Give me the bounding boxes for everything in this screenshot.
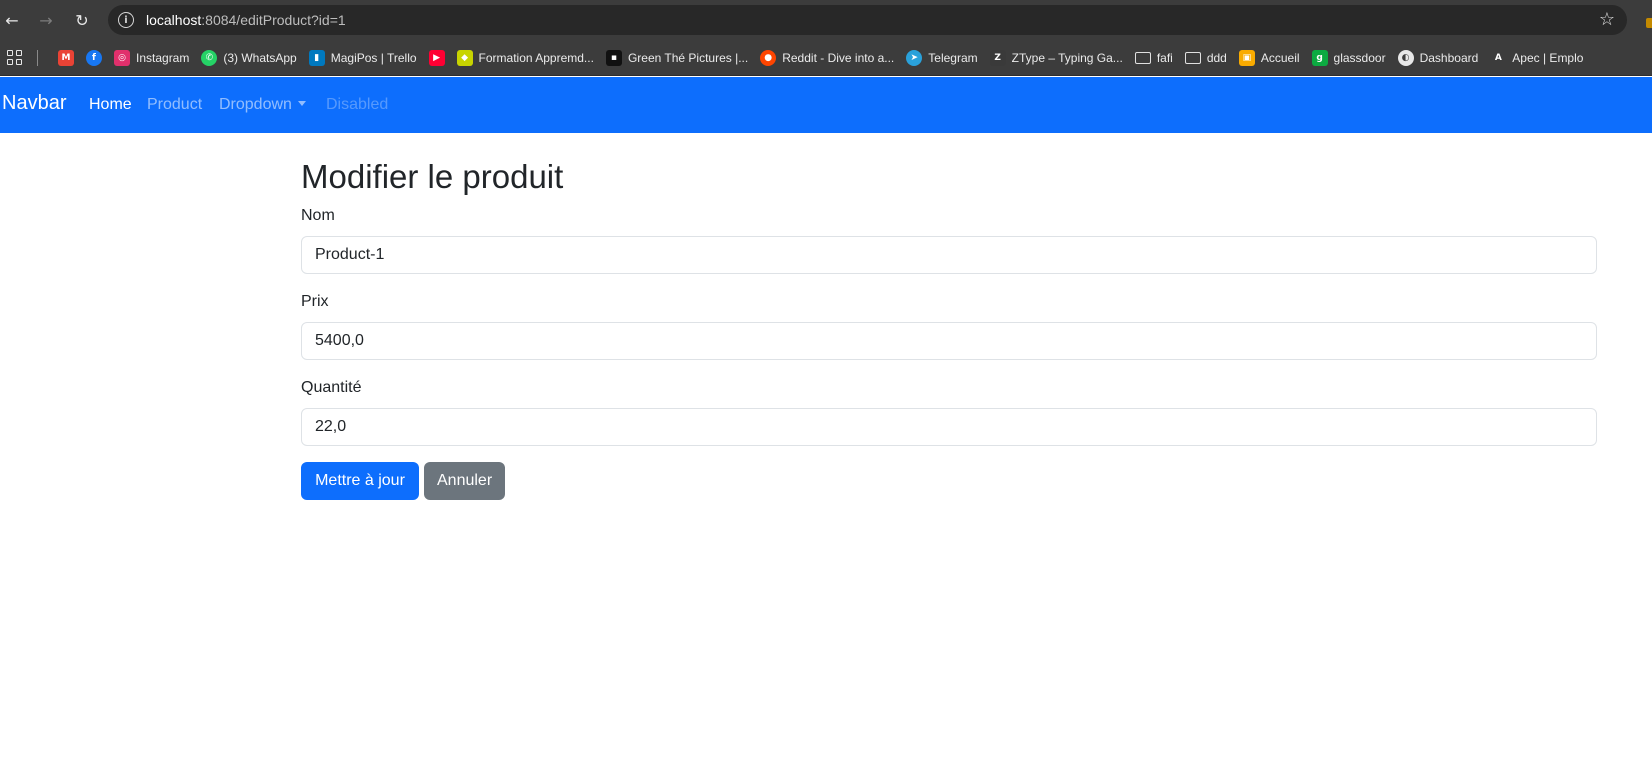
- bookmark-label: Reddit - Dive into a...: [782, 51, 895, 65]
- quantite-input[interactable]: [301, 408, 1597, 446]
- trello-icon: ▮: [308, 50, 325, 66]
- bookmark-label: Formation Appremd...: [478, 51, 594, 65]
- facebook-icon: f: [86, 50, 102, 66]
- page-title: Modifier le produit: [301, 158, 564, 195]
- bookmark-item[interactable]: ● Reddit - Dive into a...: [754, 44, 900, 72]
- bookmark-label: Green Thé Pictures |...: [627, 51, 749, 65]
- address-url[interactable]: localhost:8084/editProduct?id=1: [146, 12, 346, 28]
- apec-icon: A: [1490, 50, 1507, 66]
- profile-edge-icon: [1646, 18, 1652, 28]
- bookmark-star-icon[interactable]: ☆: [1599, 9, 1615, 30]
- bookmark-item[interactable]: f: [80, 44, 108, 72]
- folder-icon: [1134, 52, 1151, 64]
- instagram-icon: ◎: [114, 50, 130, 66]
- cancel-button[interactable]: Annuler: [424, 462, 505, 500]
- telegram-icon: ➤: [906, 50, 923, 66]
- prix-label: Prix: [301, 293, 329, 310]
- bookmark-label: ZType – Typing Ga...: [1011, 51, 1123, 65]
- bookmark-item[interactable]: fafi: [1129, 44, 1179, 72]
- glassdoor-icon: g: [1311, 50, 1328, 66]
- back-icon[interactable]: ←: [0, 8, 24, 32]
- site-navbar: Navbar Home Product Dropdown Disabled: [0, 77, 1652, 133]
- bookmark-item[interactable]: ▣ Accueil: [1233, 44, 1306, 72]
- bookmark-item[interactable]: ◆ Formation Appremd...: [451, 44, 600, 72]
- bookmark-item[interactable]: A Apec | Emplo: [1484, 44, 1589, 72]
- bookmark-label: Apec | Emplo: [1512, 51, 1584, 65]
- bookmark-item[interactable]: g glassdoor: [1306, 44, 1392, 72]
- shield-icon: ◆: [456, 50, 473, 66]
- bookmarks-divider: [37, 50, 38, 66]
- unsplash-icon: ▪: [605, 50, 622, 66]
- youtube-icon: ▶: [428, 50, 445, 66]
- bookmark-item[interactable]: M: [52, 44, 80, 72]
- bookmark-label: (3) WhatsApp: [223, 51, 297, 65]
- apps-grid-icon[interactable]: [7, 50, 22, 65]
- browser-toolbar: ← → ↻ i localhost:8084/editProduct?id=1 …: [0, 0, 1652, 40]
- quantite-label: Quantité: [301, 379, 362, 396]
- address-bar[interactable]: i localhost:8084/editProduct?id=1 ☆: [108, 5, 1627, 35]
- bookmark-label: glassdoor: [1333, 51, 1386, 65]
- ztype-icon: Z: [989, 50, 1006, 66]
- bookmark-label: Telegram: [928, 51, 978, 65]
- bookmark-item[interactable]: ▶: [423, 44, 451, 72]
- dropdown-label: Dropdown: [219, 96, 292, 113]
- bookmarks-list: Mf ◎ Instagram ✆ (3) WhatsApp ▮ MagiPos | Trel…: [52, 40, 1589, 75]
- bookmark-item[interactable]: ✆ (3) WhatsApp: [195, 44, 302, 72]
- bookmark-item[interactable]: ddd: [1179, 44, 1233, 72]
- nav-link-home[interactable]: Home: [89, 96, 132, 114]
- nom-input[interactable]: [301, 236, 1597, 274]
- reload-icon[interactable]: ↻: [70, 8, 94, 32]
- whatsapp-icon: ✆: [201, 50, 218, 66]
- bookmark-label: MagiPos | Trello: [330, 51, 417, 65]
- navbar-brand[interactable]: Navbar: [2, 92, 66, 115]
- bookmark-item[interactable]: ◐ Dashboard: [1392, 44, 1485, 72]
- nav-link-disabled: Disabled: [326, 96, 389, 113]
- bookmark-label: Instagram: [136, 51, 190, 65]
- bookmark-item[interactable]: ➤ Telegram: [900, 44, 983, 72]
- bookmark-item[interactable]: ▪ Green Thé Pictures |...: [600, 44, 754, 72]
- nav-link-product[interactable]: Product: [147, 96, 202, 114]
- bookmark-item[interactable]: ▮ MagiPos | Trello: [303, 44, 423, 72]
- caret-down-icon: [297, 101, 306, 106]
- forward-icon[interactable]: →: [34, 8, 58, 32]
- bookmark-label: Dashboard: [1419, 51, 1479, 65]
- nav-link-dropdown[interactable]: Dropdown: [219, 96, 306, 114]
- bookmark-item[interactable]: Z ZType – Typing Ga...: [984, 44, 1129, 72]
- gmail-icon: M: [58, 50, 74, 66]
- folder-icon: [1184, 52, 1201, 64]
- nom-label: Nom: [301, 207, 335, 224]
- dashboard-icon: ◐: [1397, 50, 1414, 66]
- classroom-icon: ▣: [1238, 50, 1255, 66]
- update-button[interactable]: Mettre à jour: [301, 462, 419, 500]
- bookmark-label: ddd: [1206, 51, 1227, 65]
- prix-input[interactable]: [301, 322, 1597, 360]
- bookmark-label: Accueil: [1260, 51, 1300, 65]
- bookmarks-bar: Mf ◎ Instagram ✆ (3) WhatsApp ▮ MagiPos | Trel…: [0, 40, 1652, 76]
- bookmark-item[interactable]: ◎ Instagram: [108, 44, 195, 72]
- site-info-icon[interactable]: i: [118, 12, 134, 28]
- reddit-icon: ●: [760, 50, 777, 66]
- bookmark-label: fafi: [1156, 51, 1173, 65]
